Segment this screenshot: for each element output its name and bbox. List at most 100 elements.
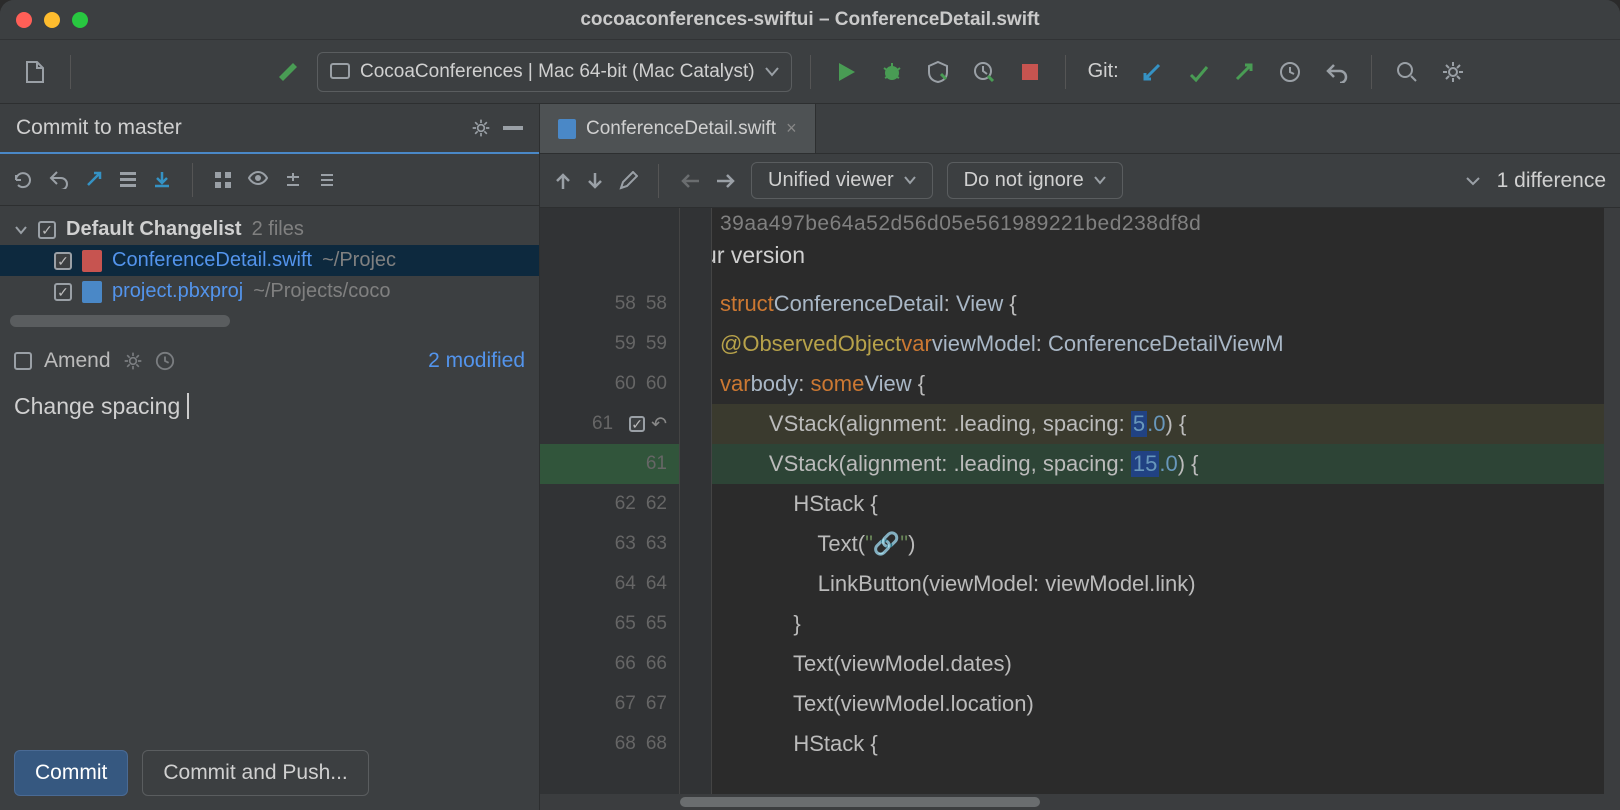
modified-count[interactable]: 2 modified — [428, 349, 525, 373]
code-line[interactable]: } — [712, 604, 1620, 644]
code-line[interactable]: Text(viewModel.location) — [712, 684, 1620, 724]
commit-hash: 39aa497be64a52d56d05e561989221bed238df8d — [720, 212, 1620, 236]
chevron-down-icon — [765, 67, 779, 77]
diff-count: 1 difference — [1497, 169, 1606, 193]
window-title: cocoaconferences-swiftui – ConferenceDet… — [0, 9, 1620, 31]
search-icon[interactable] — [1390, 55, 1424, 89]
file-name: project.pbxproj — [112, 280, 243, 303]
expand-icon[interactable] — [283, 170, 303, 190]
include-hunk-checkbox[interactable] — [629, 416, 645, 432]
window-close-button[interactable] — [16, 12, 32, 28]
settings-icon[interactable] — [1436, 55, 1470, 89]
window-minimize-button[interactable] — [44, 12, 60, 28]
file-checkbox[interactable] — [54, 283, 72, 301]
diff-editor[interactable]: 58585959606061 ↶616262636364646565666667… — [540, 208, 1620, 810]
file-row[interactable]: ConferenceDetail.swift ~/Projec — [0, 245, 539, 276]
prev-diff-icon[interactable] — [554, 171, 572, 191]
git-history-icon[interactable] — [1273, 55, 1307, 89]
code-line[interactable]: struct ConferenceDetail: View { — [712, 284, 1620, 324]
editor-tabs: ConferenceDetail.swift × — [540, 104, 1620, 154]
run-config-selector[interactable]: CocoaConferences | Mac 64-bit (Mac Catal… — [317, 52, 792, 92]
code-line[interactable]: Text(viewModel.dates) — [712, 644, 1620, 684]
ignore-mode-label: Do not ignore — [964, 169, 1084, 192]
file-path: ~/Projects/coco — [253, 280, 390, 303]
revert-hunk-icon[interactable]: ↶ — [651, 413, 667, 436]
git-commit-icon[interactable] — [1181, 55, 1215, 89]
file-name: ConferenceDetail.swift — [112, 249, 312, 272]
diff-toolbar: Unified viewer Do not ignore 1 differenc… — [540, 154, 1620, 208]
run-icon[interactable] — [829, 55, 863, 89]
new-file-icon[interactable] — [18, 55, 52, 89]
rollback-icon[interactable] — [48, 169, 70, 191]
gear-icon[interactable] — [471, 118, 491, 138]
code-area[interactable]: 39aa497be64a52d56d05e561989221bed238df8d… — [712, 208, 1620, 810]
collapse-icon[interactable] — [317, 170, 337, 190]
changelist-tree[interactable]: Default Changelist 2 files ConferenceDet… — [0, 206, 539, 339]
git-push-icon[interactable] — [1227, 55, 1261, 89]
git-update-icon[interactable] — [1135, 55, 1169, 89]
forward-icon[interactable] — [715, 172, 737, 190]
chevron-down-icon — [14, 224, 28, 236]
code-line[interactable]: LinkButton(viewModel: viewModel.link) — [712, 564, 1620, 604]
shelve-icon[interactable] — [152, 169, 172, 191]
editor-tab[interactable]: ConferenceDetail.swift × — [540, 104, 816, 153]
history-icon[interactable] — [155, 351, 175, 371]
back-icon[interactable] — [679, 172, 701, 190]
code-line[interactable]: HStack { — [712, 724, 1620, 764]
file-row[interactable]: project.pbxproj ~/Projects/coco — [0, 276, 539, 307]
close-tab-icon[interactable]: × — [786, 118, 797, 139]
hide-panel-icon[interactable] — [503, 126, 523, 130]
more-icon[interactable] — [1463, 175, 1483, 187]
debug-icon[interactable] — [875, 55, 909, 89]
horizontal-scrollbar[interactable] — [540, 794, 1604, 810]
next-diff-icon[interactable] — [586, 171, 604, 191]
code-line[interactable]: VStack(alignment: .leading, spacing: 5.0… — [712, 404, 1620, 444]
file-checkbox[interactable] — [54, 252, 72, 270]
coverage-icon[interactable] — [921, 55, 955, 89]
ignore-mode-select[interactable]: Do not ignore — [947, 162, 1123, 199]
view-icon[interactable] — [247, 170, 269, 190]
vertical-scrollbar[interactable] — [1604, 208, 1620, 810]
your-version-label: Your version — [712, 242, 805, 269]
commit-tool-window: Commit to master — [0, 104, 540, 810]
target-icon — [330, 63, 350, 81]
changelist-icon[interactable] — [118, 169, 138, 191]
changelist-node[interactable]: Default Changelist 2 files — [0, 214, 539, 245]
changelist-count: 2 files — [252, 218, 304, 241]
edit-icon[interactable] — [618, 171, 638, 191]
group-icon[interactable] — [213, 170, 233, 190]
changelist-scrollbar[interactable] — [10, 315, 529, 331]
code-line[interactable]: HStack { — [712, 484, 1620, 524]
changelist-name: Default Changelist — [66, 218, 242, 241]
code-line[interactable]: VStack(alignment: .leading, spacing: 15.… — [712, 444, 1620, 484]
changelist-checkbox[interactable] — [38, 221, 56, 239]
swift-file-icon — [558, 119, 576, 139]
amend-label: Amend — [44, 349, 111, 373]
chevron-down-icon — [1094, 176, 1106, 185]
commit-opts-gear-icon[interactable] — [123, 351, 143, 371]
code-line[interactable]: Text("🔗") — [712, 524, 1620, 564]
chevron-down-icon — [904, 176, 916, 185]
commit-button[interactable]: Commit — [14, 750, 128, 796]
commit-panel-title: Commit to master — [16, 116, 459, 140]
git-rollback-icon[interactable] — [1319, 55, 1353, 89]
refresh-icon[interactable] — [12, 169, 34, 191]
line-number-gutter: 58585959606061 ↶616262636364646565666667… — [540, 208, 680, 810]
file-type-icon — [82, 250, 102, 272]
tab-filename: ConferenceDetail.swift — [586, 118, 776, 140]
marker-gutter — [680, 208, 712, 810]
viewer-mode-select[interactable]: Unified viewer — [751, 162, 933, 199]
amend-checkbox[interactable] — [14, 352, 32, 370]
titlebar: cocoaconferences-swiftui – ConferenceDet… — [0, 0, 1620, 40]
commit-and-push-button[interactable]: Commit and Push... — [142, 750, 368, 796]
commit-panel-toolbar — [0, 154, 539, 206]
diff-icon[interactable] — [84, 169, 104, 191]
build-icon[interactable] — [271, 55, 305, 89]
code-line[interactable]: @ObservedObject var viewModel: Conferenc… — [712, 324, 1620, 364]
file-path: ~/Projec — [322, 249, 396, 272]
window-zoom-button[interactable] — [72, 12, 88, 28]
commit-message-input[interactable]: Change spacing — [0, 383, 539, 736]
stop-icon[interactable] — [1013, 55, 1047, 89]
profile-icon[interactable] — [967, 55, 1001, 89]
code-line[interactable]: var body: some View { — [712, 364, 1620, 404]
